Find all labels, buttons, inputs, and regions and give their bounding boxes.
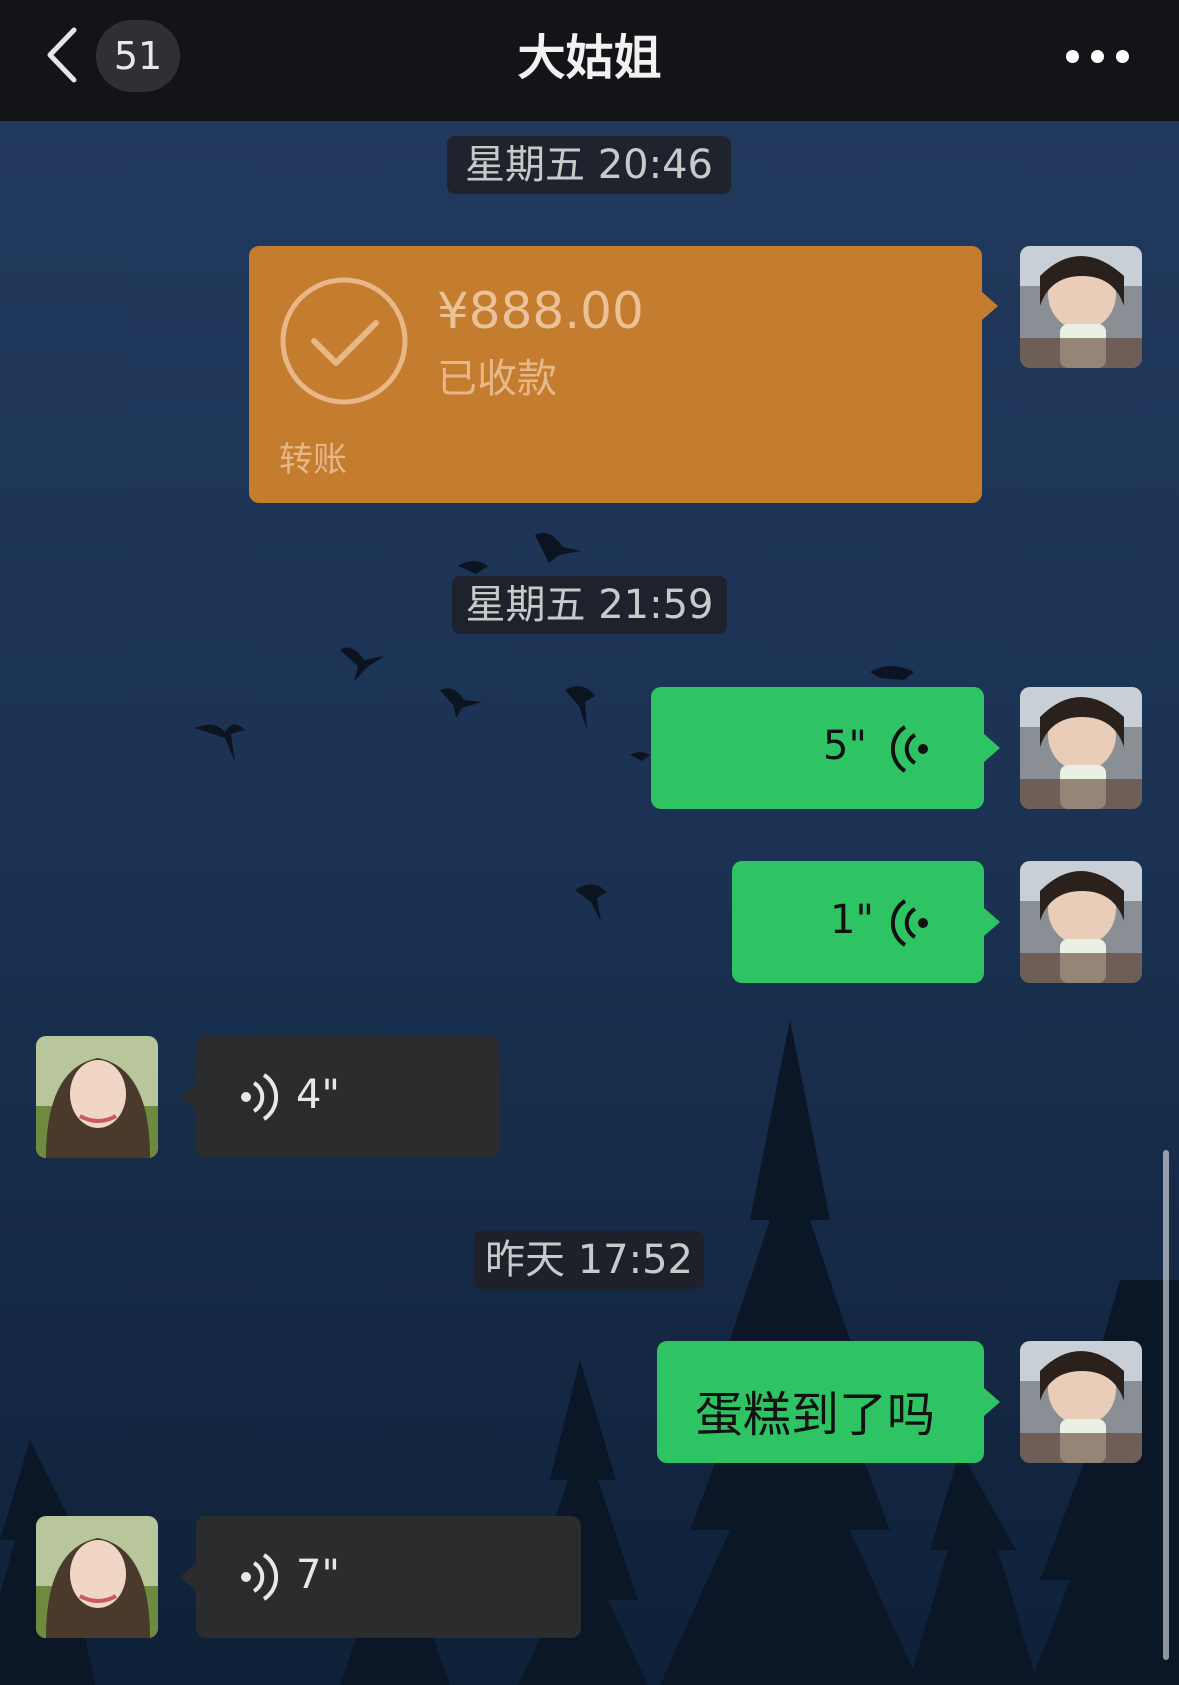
chat-title: 大姑姐 bbox=[517, 30, 662, 86]
contact-avatar[interactable] bbox=[36, 1516, 158, 1638]
my-avatar[interactable] bbox=[1020, 1341, 1142, 1463]
voice-wave-icon bbox=[241, 1553, 278, 1601]
bubble-tail bbox=[984, 908, 1000, 936]
bubble-tail bbox=[982, 292, 998, 320]
more-dot-icon bbox=[1091, 50, 1104, 63]
chat-header: 51 大姑姐 bbox=[0, 0, 1179, 121]
text-message-sent[interactable]: 蛋糕到了吗 bbox=[657, 1341, 984, 1463]
my-avatar-image bbox=[1020, 687, 1142, 809]
my-avatar[interactable] bbox=[1020, 861, 1142, 983]
more-dot-icon bbox=[1066, 50, 1079, 63]
voice-duration: 1" bbox=[830, 897, 874, 943]
voice-message-received[interactable]: 7" bbox=[196, 1516, 581, 1638]
timestamp: 昨天 17:52 bbox=[474, 1231, 704, 1289]
transfer-card[interactable]: ¥888.00 已收款 转账 bbox=[249, 246, 982, 503]
bubble-tail bbox=[180, 1563, 196, 1591]
transfer-label: 转账 bbox=[279, 440, 347, 480]
my-avatar-image bbox=[1020, 1341, 1142, 1463]
voice-message-received[interactable]: 4" bbox=[196, 1036, 500, 1158]
contact-avatar[interactable] bbox=[36, 1036, 158, 1158]
check-circle-icon bbox=[280, 277, 408, 405]
transfer-amount: ¥888.00 bbox=[437, 282, 644, 340]
my-avatar[interactable] bbox=[1020, 687, 1142, 809]
my-avatar-image bbox=[1020, 246, 1142, 368]
transfer-status: 已收款 bbox=[437, 356, 557, 402]
voice-wave-icon bbox=[241, 1073, 278, 1121]
my-avatar[interactable] bbox=[1020, 246, 1142, 368]
voice-duration: 7" bbox=[296, 1552, 340, 1598]
scrollbar[interactable] bbox=[1163, 1150, 1169, 1660]
voice-wave-icon bbox=[891, 899, 928, 947]
voice-message-sent[interactable]: 5" bbox=[651, 687, 984, 809]
more-dot-icon bbox=[1116, 50, 1129, 63]
message-text: 蛋糕到了吗 bbox=[695, 1387, 936, 1443]
more-options-button[interactable] bbox=[1062, 46, 1134, 66]
bubble-tail bbox=[180, 1083, 196, 1111]
voice-duration: 5" bbox=[823, 723, 867, 769]
timestamp: 星期五 21:59 bbox=[452, 576, 727, 634]
timestamp: 星期五 20:46 bbox=[447, 136, 731, 194]
voice-duration: 4" bbox=[296, 1072, 340, 1118]
contact-avatar-image bbox=[36, 1516, 158, 1638]
bubble-tail bbox=[984, 734, 1000, 762]
bubble-tail bbox=[984, 1388, 1000, 1416]
my-avatar-image bbox=[1020, 861, 1142, 983]
contact-avatar-image bbox=[36, 1036, 158, 1158]
voice-wave-icon bbox=[891, 725, 928, 773]
voice-message-sent[interactable]: 1" bbox=[732, 861, 984, 983]
